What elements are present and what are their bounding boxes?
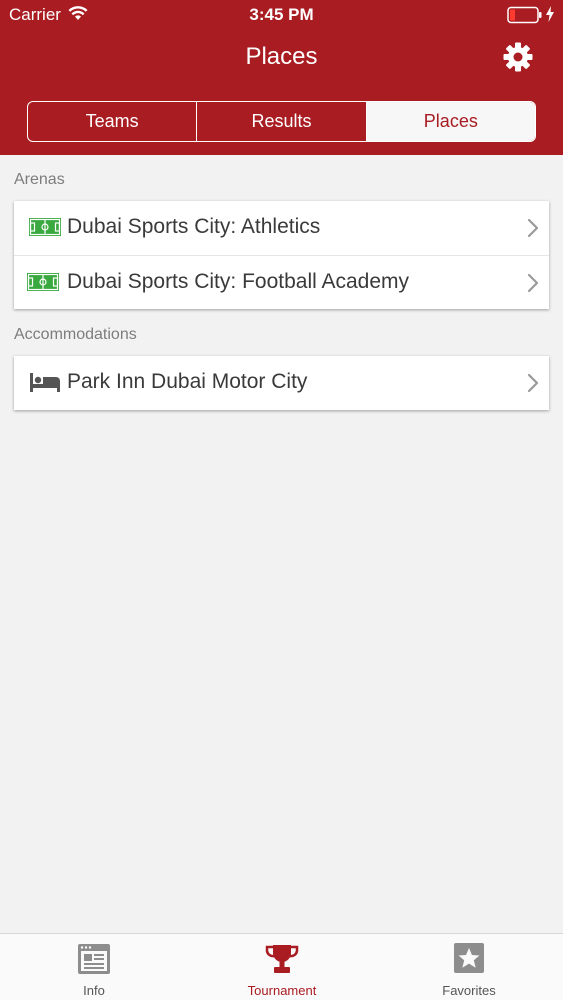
- star-icon: [454, 943, 484, 973]
- page-title: Places: [245, 43, 318, 70]
- football-pitch-icon: [27, 273, 59, 291]
- list-item[interactable]: Park Inn Dubai Motor City: [14, 356, 549, 410]
- info-browser-icon: [78, 944, 110, 974]
- status-time: 3:45 PM: [249, 5, 314, 24]
- battery-icon: [507, 6, 542, 24]
- tab-tournament[interactable]: Tournament: [188, 934, 376, 1000]
- arenas-list: Dubai Sports City: Athletics Dubai Sport…: [14, 201, 549, 309]
- tab-favorites[interactable]: Favorites: [375, 934, 563, 1000]
- list-item[interactable]: Dubai Sports City: Athletics: [14, 201, 549, 255]
- arena-name: Dubai Sports City: Athletics: [67, 215, 321, 238]
- segmented-control: Teams Results Places: [27, 101, 536, 142]
- navigation-header: Carrier 3:45 PM Places Teams Results Pla…: [0, 0, 563, 155]
- section-header-arenas: Arenas: [14, 171, 65, 188]
- accommodation-name: Park Inn Dubai Motor City: [67, 370, 308, 393]
- status-bar: Carrier 3:45 PM: [0, 0, 563, 30]
- segment-teams[interactable]: Teams: [28, 102, 198, 141]
- chevron-right-icon: [527, 273, 539, 293]
- charging-bolt-icon: [546, 6, 554, 22]
- segment-results[interactable]: Results: [197, 102, 367, 141]
- tab-label: Tournament: [247, 983, 317, 998]
- football-pitch-icon: [29, 218, 61, 236]
- gear-icon[interactable]: [502, 41, 534, 73]
- tab-bar: Info Tournament Favorites: [0, 933, 563, 1000]
- list-item[interactable]: Dubai Sports City: Football Academy: [14, 255, 549, 309]
- accommodations-list: Park Inn Dubai Motor City: [14, 356, 549, 410]
- segment-places[interactable]: Places: [366, 102, 535, 141]
- chevron-right-icon: [527, 373, 539, 393]
- section-header-accommodations: Accommodations: [14, 326, 137, 343]
- arena-name: Dubai Sports City: Football Academy: [67, 270, 409, 293]
- bed-icon: [30, 373, 60, 392]
- trophy-icon: [265, 945, 299, 973]
- chevron-right-icon: [527, 218, 539, 238]
- tab-info[interactable]: Info: [0, 934, 188, 1000]
- tab-label: Favorites: [442, 983, 496, 998]
- tab-label: Info: [83, 983, 105, 998]
